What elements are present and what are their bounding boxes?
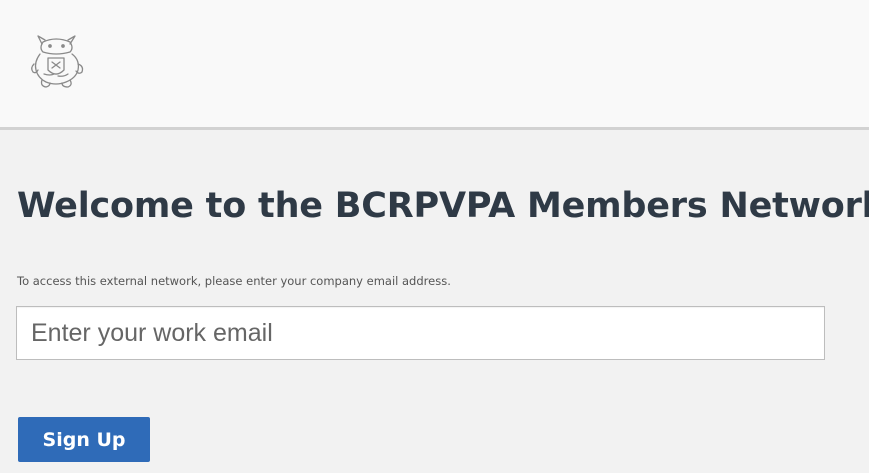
- page-header: [0, 0, 869, 130]
- bear-crest-logo-icon: [28, 30, 90, 94]
- page-title: Welcome to the BCRPVPA Members Network: [17, 186, 869, 226]
- sign-up-button[interactable]: Sign Up: [18, 417, 150, 462]
- instructions-text: To access this external network, please …: [17, 274, 451, 288]
- work-email-input[interactable]: [16, 306, 825, 360]
- signup-panel: Welcome to the BCRPVPA Members Network T…: [0, 130, 869, 473]
